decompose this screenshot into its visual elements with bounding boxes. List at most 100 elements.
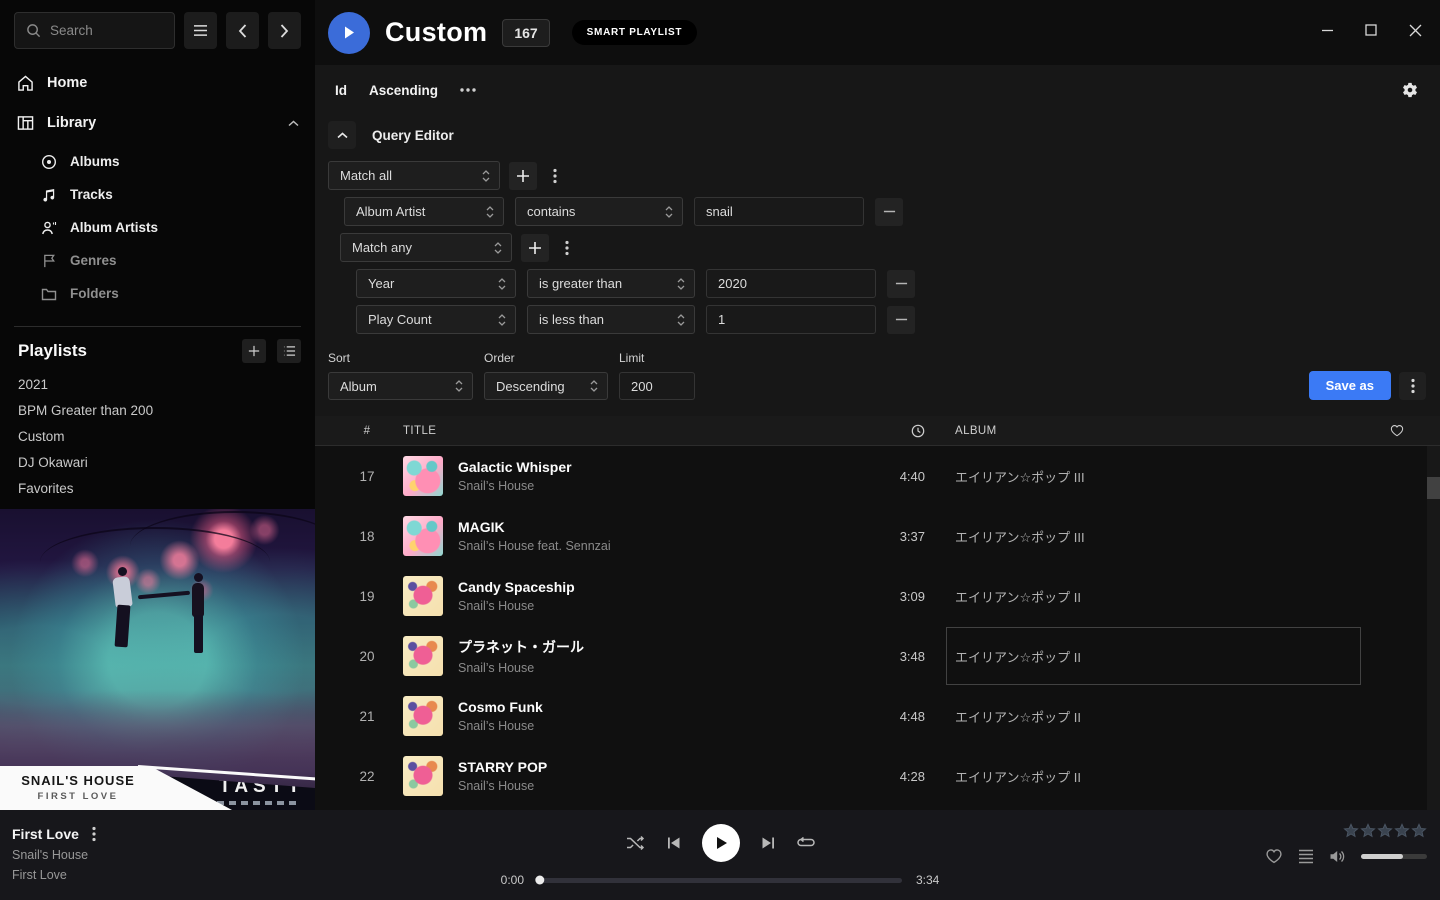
table-scrollbar[interactable] xyxy=(1427,446,1440,810)
previous-button[interactable] xyxy=(666,836,681,850)
track-album[interactable]: エイリアン☆ポップ II xyxy=(955,566,1375,626)
playlist-item[interactable]: 2021 xyxy=(18,371,301,397)
album-art-thumbnail[interactable] xyxy=(403,576,443,616)
match-select[interactable]: Match any xyxy=(340,233,512,262)
track-album[interactable]: エイリアン☆ポップ III xyxy=(955,506,1375,566)
now-playing-title[interactable]: First Love xyxy=(12,826,79,842)
chevron-up-icon[interactable] xyxy=(288,120,299,127)
add-rule-button[interactable] xyxy=(521,234,549,262)
track-artist[interactable]: Snail’s House xyxy=(458,661,845,675)
sidebar-item-genres[interactable]: Genres xyxy=(0,244,315,277)
sidebar-item-library[interactable]: Library xyxy=(0,103,315,143)
add-rule-button[interactable] xyxy=(509,162,537,190)
playlist-item[interactable]: Favorites xyxy=(18,475,301,501)
star-icon[interactable] xyxy=(1411,823,1427,839)
rule-field-select[interactable]: Album Artist xyxy=(344,197,504,226)
favorite-track-button[interactable] xyxy=(1265,848,1283,864)
remove-rule-button[interactable] xyxy=(875,198,903,226)
rule-value-input[interactable]: snail xyxy=(694,197,864,226)
volume-slider[interactable] xyxy=(1361,854,1427,859)
album-column-header[interactable]: ALBUM xyxy=(955,425,1375,437)
album-art-thumbnail[interactable] xyxy=(403,756,443,796)
playlist-item[interactable]: Custom xyxy=(18,423,301,449)
table-row[interactable]: 19 Candy Spaceship Snail’s House 3:09 エイ… xyxy=(315,566,1440,626)
track-album[interactable]: エイリアン☆ポップ II xyxy=(955,626,1375,686)
maximize-button[interactable] xyxy=(1361,20,1381,40)
play-pause-button[interactable] xyxy=(702,824,740,862)
queue-button[interactable] xyxy=(1298,849,1314,864)
rule-value-input[interactable]: 2020 xyxy=(706,269,876,298)
now-playing-album-art[interactable]: TASTY SNAIL'S HOUSE FIRST LOVE xyxy=(0,509,315,810)
track-artist[interactable]: Snail’s House xyxy=(458,599,845,613)
play-playlist-button[interactable] xyxy=(328,12,370,54)
table-row[interactable]: 22 STARRY POP Snail’s House 4:28 エイリアン☆ポ… xyxy=(315,746,1440,806)
sort-select[interactable]: Album xyxy=(328,372,473,400)
star-icon[interactable] xyxy=(1360,823,1376,839)
rule-field-select[interactable]: Play Count xyxy=(356,305,516,334)
star-icon[interactable] xyxy=(1394,823,1410,839)
save-as-button[interactable]: Save as xyxy=(1309,371,1391,400)
album-art-thumbnail[interactable] xyxy=(403,456,443,496)
table-row[interactable]: 18 MAGIK Snail’s House feat. Sennzai 3:3… xyxy=(315,506,1440,566)
sidebar-item-albums[interactable]: Albums xyxy=(0,145,315,178)
volume-icon[interactable] xyxy=(1329,849,1346,864)
now-playing-artist[interactable]: Snail's House xyxy=(12,848,96,862)
playlist-item[interactable]: DJ Okawari xyxy=(18,449,301,475)
track-album[interactable]: エイリアン☆ポップ II xyxy=(955,686,1375,746)
rule-operator-select[interactable]: is greater than xyxy=(527,269,695,298)
table-row[interactable]: 21 Cosmo Funk Snail’s House 4:48 エイリアン☆ポ… xyxy=(315,686,1440,746)
nav-forward-button[interactable] xyxy=(268,12,301,49)
track-album[interactable]: エイリアン☆ポップ III xyxy=(955,446,1375,506)
star-icon[interactable] xyxy=(1343,823,1359,839)
search-input[interactable]: Search xyxy=(14,12,175,49)
duration-column-header[interactable] xyxy=(911,424,925,438)
title-column-header[interactable]: TITLE xyxy=(403,425,845,437)
remove-rule-button[interactable] xyxy=(887,306,915,334)
rule-value-input[interactable]: 1 xyxy=(706,305,876,334)
close-button[interactable] xyxy=(1405,20,1425,40)
sidebar-item-home[interactable]: Home xyxy=(0,63,315,103)
repeat-button[interactable] xyxy=(797,836,815,850)
now-playing-album[interactable]: First Love xyxy=(12,868,96,882)
table-row[interactable]: 17 Galactic Whisper Snail’s House 4:40 エ… xyxy=(315,446,1440,506)
settings-gear-button[interactable] xyxy=(1402,82,1418,98)
favorite-column-header[interactable] xyxy=(1390,424,1404,437)
nav-back-button[interactable] xyxy=(226,12,259,49)
track-artist[interactable]: Snail’s House xyxy=(458,719,845,733)
rule-field-select[interactable]: Year xyxy=(356,269,516,298)
shuffle-button[interactable] xyxy=(626,835,645,851)
index-column-header[interactable]: # xyxy=(331,425,403,437)
rule-operator-select[interactable]: contains xyxy=(515,197,683,226)
remove-rule-button[interactable] xyxy=(887,270,915,298)
track-artist[interactable]: Snail’s House feat. Sennzai xyxy=(458,539,845,553)
save-menu-button[interactable] xyxy=(1399,372,1426,400)
order-select[interactable]: Descending xyxy=(484,372,608,400)
album-art-thumbnail[interactable] xyxy=(403,696,443,736)
seek-thumb[interactable] xyxy=(535,876,544,885)
star-icon[interactable] xyxy=(1377,823,1393,839)
add-playlist-button[interactable] xyxy=(242,339,266,363)
playlist-item[interactable]: BPM Greater than 200 xyxy=(18,397,301,423)
sort-direction-button[interactable]: Ascending xyxy=(369,83,438,98)
sidebar-item-tracks[interactable]: Tracks xyxy=(0,178,315,211)
track-artist[interactable]: Snail’s House xyxy=(458,479,845,493)
sort-field-button[interactable]: Id xyxy=(335,83,347,98)
album-art-thumbnail[interactable] xyxy=(403,516,443,556)
track-artist[interactable]: Snail’s House xyxy=(458,779,845,793)
collapse-query-editor-button[interactable] xyxy=(328,121,356,149)
table-row[interactable]: 20 プラネット・ガール Snail’s House 3:48 エイリアン☆ポッ… xyxy=(315,626,1440,686)
seek-bar[interactable] xyxy=(538,878,902,883)
sidebar-item-folders[interactable]: Folders xyxy=(0,277,315,310)
group-menu-button[interactable] xyxy=(546,162,564,190)
scrollbar-thumb[interactable] xyxy=(1427,477,1440,499)
rule-operator-select[interactable]: is less than xyxy=(527,305,695,334)
track-album[interactable]: エイリアン☆ポップ II xyxy=(955,746,1375,806)
rating-stars[interactable] xyxy=(1343,823,1427,839)
playlist-list-button[interactable] xyxy=(277,339,301,363)
now-playing-menu-button[interactable] xyxy=(92,826,96,842)
minimize-button[interactable] xyxy=(1317,20,1337,40)
sidebar-item-album-artists[interactable]: Album Artists xyxy=(0,211,315,244)
menu-button[interactable] xyxy=(184,12,217,49)
group-menu-button[interactable] xyxy=(558,234,576,262)
limit-input[interactable]: 200 xyxy=(619,372,695,400)
